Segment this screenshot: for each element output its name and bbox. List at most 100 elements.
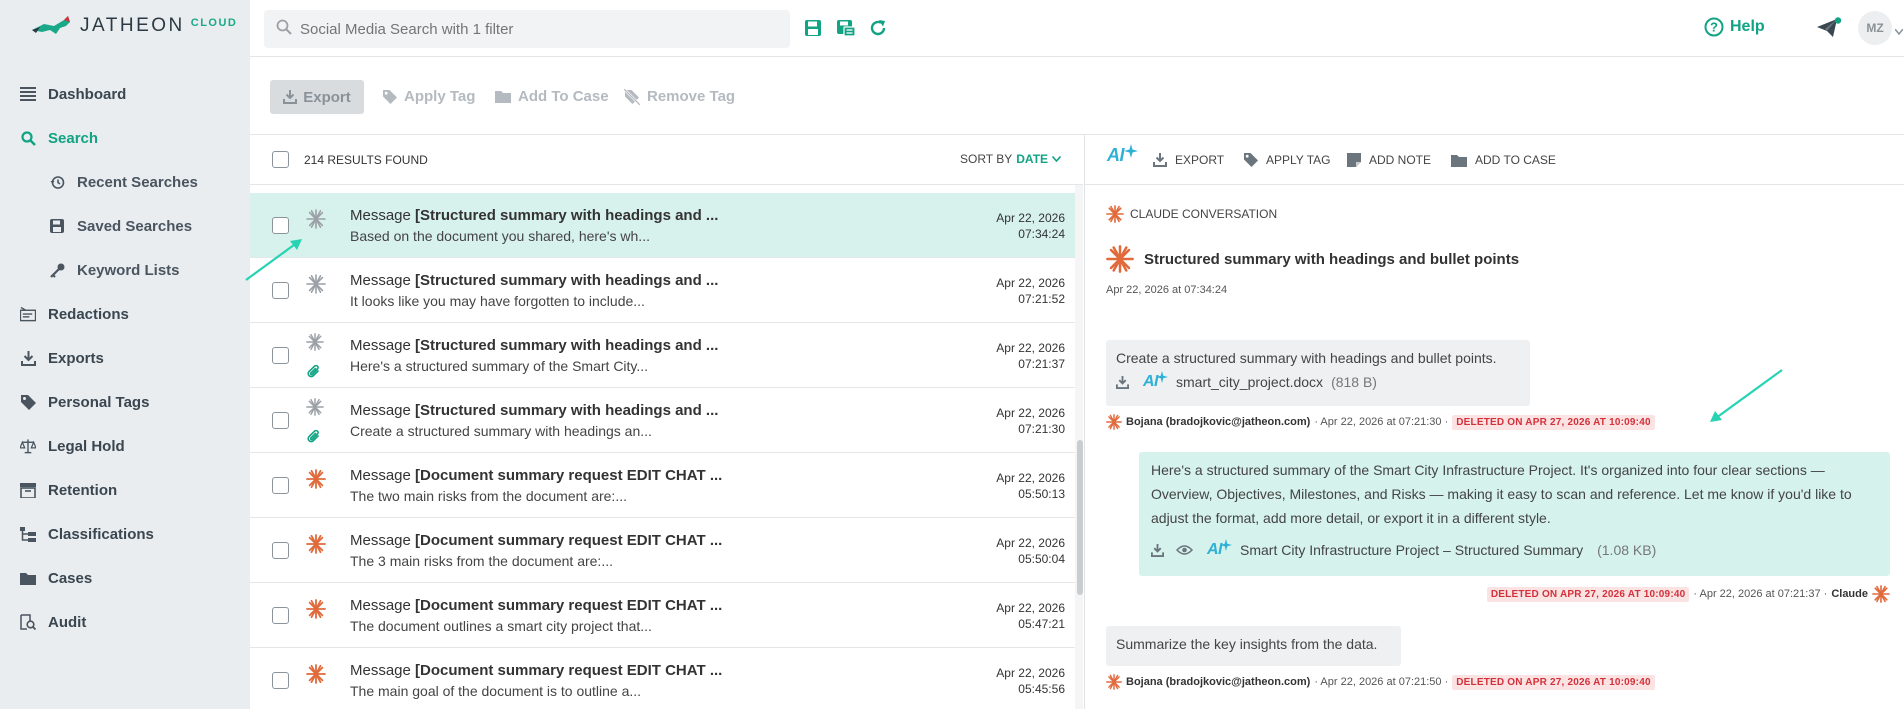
ai-label[interactable]: AI xyxy=(1143,370,1159,394)
ai-label[interactable]: AI xyxy=(1207,538,1223,562)
sidebar-item-search[interactable]: Search xyxy=(0,126,250,150)
attachment-name[interactable]: Smart City Infrastructure Project – Stru… xyxy=(1240,538,1583,562)
detail-export-button[interactable]: EXPORT xyxy=(1153,153,1224,167)
chevron-down-icon xyxy=(1052,156,1062,162)
table-row[interactable]: Message [Document summary request EDIT C… xyxy=(250,583,1075,648)
folder-icon xyxy=(495,91,511,103)
attachment[interactable]: AI smart_city_project.docx (818 B) xyxy=(1116,370,1520,394)
row-snippet: Based on the document you shared, here's… xyxy=(350,228,650,244)
attachment-size: (1.08 KB) xyxy=(1597,542,1657,558)
add-to-case-button[interactable]: Add To Case xyxy=(495,88,609,105)
sidebar-item-redactions[interactable]: Redactions xyxy=(0,302,250,326)
download-icon[interactable] xyxy=(1116,375,1129,389)
help-link[interactable]: ? Help xyxy=(1704,17,1765,37)
table-row[interactable]: Message [Structured summary with heading… xyxy=(250,323,1075,388)
row-snippet: The 3 main risks from the document are:.… xyxy=(350,553,613,569)
message-bubble-user: Create a structured summary with heading… xyxy=(1106,340,1530,406)
claude-logo-icon xyxy=(306,274,326,299)
save-search-icon[interactable] xyxy=(804,19,826,41)
claude-logo-icon xyxy=(306,664,326,689)
sidebar-item-exports[interactable]: Exports xyxy=(0,346,250,370)
message-author: Claude xyxy=(1831,588,1868,600)
avatar[interactable]: MZ xyxy=(1858,11,1892,45)
sidebar-item-label: Search xyxy=(48,129,99,147)
notifications-send-icon[interactable] xyxy=(1816,17,1842,44)
detail-apply-tag-button[interactable]: APPLY TAG xyxy=(1244,153,1330,167)
row-snippet: It looks like you may have forgotten to … xyxy=(350,293,645,309)
sort-prefix: SORT BY xyxy=(960,152,1013,166)
sort-field: DATE xyxy=(1016,152,1049,166)
message-meta: Bojana (bradojkovic@jatheon.com) · Apr 2… xyxy=(1106,414,1655,430)
table-row[interactable]: Message [Document summary request EDIT C… xyxy=(250,453,1075,518)
row-checkbox[interactable] xyxy=(272,217,289,234)
sidebar-item-label: Keyword Lists xyxy=(77,261,180,279)
detail-add-to-case-button[interactable]: ADD TO CASE xyxy=(1451,153,1556,167)
sidebar-item-dashboard[interactable]: Dashboard xyxy=(0,82,250,106)
detail-apply-tag-label: APPLY TAG xyxy=(1266,153,1331,167)
row-title: Message [Document summary request EDIT C… xyxy=(350,597,723,614)
sidebar-item-personal-tags[interactable]: Personal Tags xyxy=(0,390,250,414)
sidebar-item-classifications[interactable]: Classifications xyxy=(0,522,250,546)
row-checkbox[interactable] xyxy=(272,542,289,559)
brand-suffix: CLOUD xyxy=(190,17,238,29)
table-row[interactable]: Message [Document summary request EDIT C… xyxy=(250,648,1075,709)
row-snippet: The two main risks from the document are… xyxy=(350,488,627,504)
row-title: Message [Structured summary with heading… xyxy=(350,272,719,289)
row-date: Apr 22, 2026 07:21:30 xyxy=(996,406,1065,436)
sidebar-item-cases[interactable]: Cases xyxy=(0,566,250,590)
sidebar-item-retention[interactable]: Retention xyxy=(0,478,250,502)
row-checkbox[interactable] xyxy=(272,347,289,364)
chevron-down-icon[interactable] xyxy=(1894,22,1904,40)
ai-button[interactable]: AI xyxy=(1107,143,1138,166)
claude-logo-icon xyxy=(1106,414,1122,430)
table-row[interactable]: Message [Structured summary with heading… xyxy=(250,193,1075,258)
deleted-badge: DELETED ON APR 27, 2026 AT 10:09:40 xyxy=(1452,414,1655,430)
sidebar-item-saved-searches[interactable]: Saved Searches xyxy=(0,214,250,238)
list-scrollbar-thumb[interactable] xyxy=(1077,440,1083,595)
deleted-badge: DELETED ON APR 27, 2026 AT 10:09:40 xyxy=(1486,586,1690,602)
row-checkbox[interactable] xyxy=(272,412,289,429)
row-checkbox[interactable] xyxy=(272,282,289,299)
sidebar-item-audit[interactable]: Audit xyxy=(0,610,250,634)
save-as-icon[interactable] xyxy=(836,19,858,41)
remove-tag-button[interactable]: Remove Tag xyxy=(624,88,735,105)
eye-icon[interactable] xyxy=(1176,544,1193,556)
brand-name: JATHEON xyxy=(80,15,185,36)
claude-logo-icon xyxy=(306,209,326,234)
row-checkbox[interactable] xyxy=(272,607,289,624)
add-note-button[interactable]: ADD NOTE xyxy=(1347,153,1431,167)
detail-export-label: EXPORT xyxy=(1175,153,1225,167)
table-row[interactable]: Message [Document summary request EDIT C… xyxy=(250,518,1075,583)
refresh-icon[interactable] xyxy=(869,19,891,41)
row-checkbox[interactable] xyxy=(272,477,289,494)
attachment-name[interactable]: smart_city_project.docx xyxy=(1176,370,1323,394)
row-date: Apr 22, 2026 07:34:24 xyxy=(996,211,1065,241)
sidebar-item-label: Redactions xyxy=(48,305,129,323)
sort-control[interactable]: SORT BY DATE xyxy=(960,152,1062,166)
apply-tag-button[interactable]: Apply Tag xyxy=(383,88,475,105)
brand-logo[interactable]: JATHEON CLOUD xyxy=(30,14,237,38)
row-title: Message [Structured summary with heading… xyxy=(350,337,719,354)
download-icon[interactable] xyxy=(1151,543,1164,557)
select-all-checkbox[interactable] xyxy=(272,151,289,168)
save-icon xyxy=(49,218,65,234)
sidebar-item-label: Retention xyxy=(48,481,118,499)
export-button[interactable]: Export xyxy=(270,80,364,114)
table-row[interactable]: Message [Structured summary with heading… xyxy=(250,258,1075,323)
attachment[interactable]: AI Smart City Infrastructure Project – S… xyxy=(1151,538,1878,562)
table-row[interactable]: Message [Structured summary with heading… xyxy=(250,388,1075,453)
tag-icon xyxy=(1244,153,1258,167)
results-header: 214 RESULTS FOUND SORT BY DATE xyxy=(250,135,1083,185)
search-box[interactable] xyxy=(264,10,790,48)
sidebar-item-keyword-lists[interactable]: Keyword Lists xyxy=(0,258,250,282)
row-checkbox[interactable] xyxy=(272,672,289,689)
search-input[interactable] xyxy=(300,20,780,38)
deleted-badge: DELETED ON APR 27, 2026 AT 10:09:40 xyxy=(1452,674,1655,690)
attachment-icon xyxy=(307,364,321,384)
message-author: Bojana (bradojkovic@jatheon.com) xyxy=(1126,676,1311,688)
retention-icon xyxy=(20,482,36,498)
sidebar-item-recent-searches[interactable]: Recent Searches xyxy=(0,170,250,194)
claude-logo-icon xyxy=(306,599,326,624)
audit-icon xyxy=(20,614,36,630)
sidebar-item-legal-hold[interactable]: Legal Hold xyxy=(0,434,250,458)
